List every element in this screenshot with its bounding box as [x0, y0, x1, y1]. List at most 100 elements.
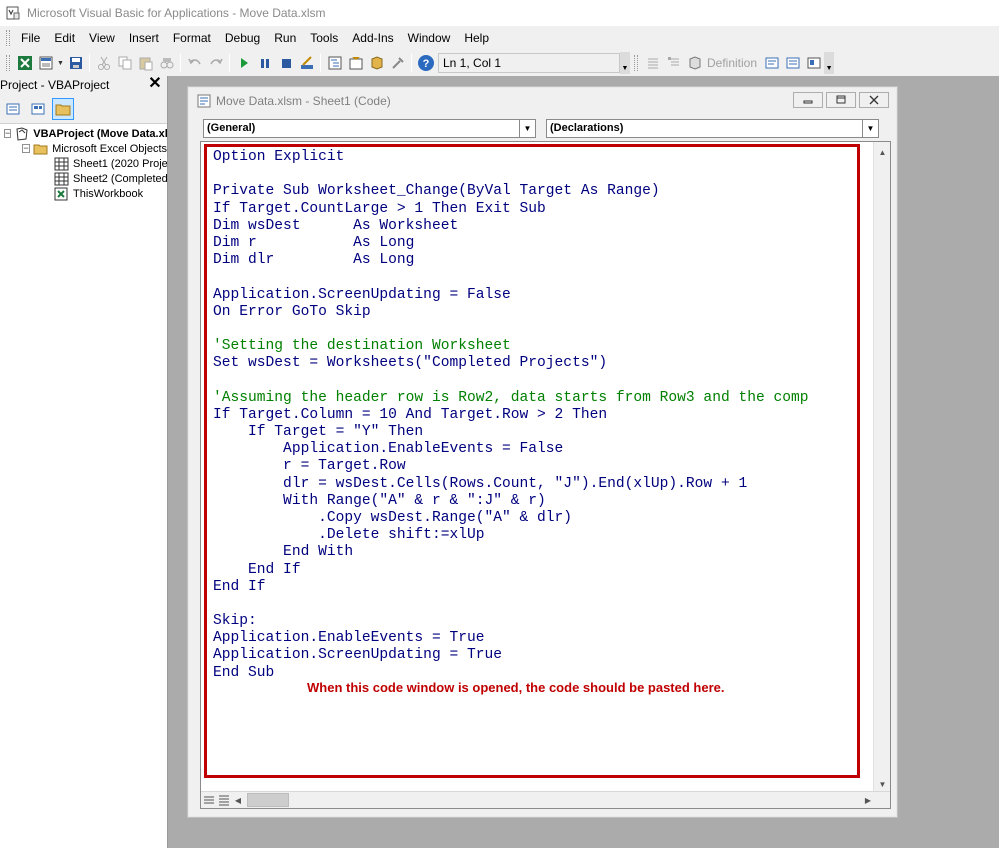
view-object-icon[interactable] [27, 98, 49, 120]
code-line[interactable]: End If [213, 562, 857, 579]
bookmark-icon[interactable] [803, 53, 824, 73]
code-line[interactable]: With Range("A" & r & ":J" & r) [213, 493, 857, 510]
tree-node-vbaproject[interactable]: − VBAProject (Move Data.xlsm) [0, 126, 167, 141]
code-line[interactable]: dlr = wsDest.Cells(Rows.Count, "J").End(… [213, 476, 857, 493]
uncomment-block-icon[interactable] [782, 53, 803, 73]
object-browser-icon[interactable] [366, 53, 387, 73]
excel-view-icon[interactable] [14, 53, 35, 73]
menu-help[interactable]: Help [457, 28, 496, 48]
toggle-folders-icon[interactable] [52, 97, 74, 120]
tree-node-excel-objects[interactable]: − Microsoft Excel Objects [0, 141, 167, 156]
menu-edit[interactable]: Edit [47, 28, 82, 48]
tree-node-sheet2[interactable]: Sheet2 (Completed Projects) [0, 171, 167, 186]
code-line[interactable] [213, 269, 857, 286]
code-line[interactable]: .Copy wsDest.Range("A" & dlr) [213, 510, 857, 527]
close-icon[interactable]: ✕ [147, 76, 163, 93]
object-combo[interactable]: (General) ▼ [203, 118, 536, 138]
code-lines[interactable]: Option Explicit Private Sub Worksheet_Cha… [213, 149, 857, 682]
toolbar-grip[interactable] [6, 55, 10, 71]
code-line[interactable]: End If [213, 579, 857, 596]
code-line[interactable]: r = Target.Row [213, 458, 857, 475]
menu-format[interactable]: Format [166, 28, 218, 48]
list-properties-icon[interactable] [642, 53, 663, 73]
code-line[interactable]: If Target = "Y" Then [213, 424, 857, 441]
menu-file[interactable]: File [14, 28, 47, 48]
procedure-view-icon[interactable] [202, 793, 216, 807]
menu-window[interactable]: Window [401, 28, 458, 48]
tree-node-thisworkbook[interactable]: ThisWorkbook [0, 186, 167, 201]
code-line[interactable]: Set wsDest = Worksheets("Completed Proje… [213, 355, 857, 372]
toolbar-options-icon[interactable]: ▼ [824, 52, 835, 74]
code-line[interactable]: Private Sub Worksheet_Change(ByVal Targe… [213, 183, 857, 200]
vertical-scrollbar[interactable]: ▲ ▼ [873, 142, 890, 792]
undo-icon[interactable] [184, 53, 205, 73]
code-line[interactable]: Dim wsDest As Worksheet [213, 218, 857, 235]
comment-block-icon[interactable] [761, 53, 782, 73]
toolbar-options-icon[interactable]: ▼ [620, 52, 630, 74]
procedure-combo[interactable]: (Declarations) ▼ [546, 118, 879, 138]
code-line[interactable] [213, 166, 857, 183]
scroll-left-icon[interactable]: ◀ [231, 793, 245, 808]
code-line[interactable]: End With [213, 544, 857, 561]
close-button[interactable] [859, 92, 889, 108]
full-module-view-icon[interactable] [217, 793, 231, 807]
insert-module-icon[interactable] [35, 53, 56, 73]
menu-debug[interactable]: Debug [218, 28, 267, 48]
chevron-down-icon[interactable]: ▼ [519, 119, 535, 137]
collapse-icon[interactable]: − [4, 129, 12, 138]
menu-view[interactable]: View [82, 28, 122, 48]
minimize-button[interactable] [793, 92, 823, 108]
code-line[interactable]: .Delete shift:=xlUp [213, 527, 857, 544]
view-code-icon[interactable] [2, 98, 24, 120]
code-line[interactable]: Dim dlr As Long [213, 252, 857, 269]
definition-button[interactable]: Definition [707, 56, 757, 70]
find-icon[interactable] [156, 53, 177, 73]
code-line[interactable]: Option Explicit [213, 149, 857, 166]
menu-add-ins[interactable]: Add-Ins [345, 28, 400, 48]
quick-info-icon[interactable] [684, 53, 705, 73]
save-icon[interactable] [65, 53, 86, 73]
scroll-down-icon[interactable]: ▼ [874, 777, 890, 792]
paste-icon[interactable] [135, 53, 156, 73]
scroll-thumb[interactable] [247, 793, 289, 807]
properties-window-icon[interactable] [345, 53, 366, 73]
chevron-down-icon[interactable]: ▼ [862, 119, 878, 137]
scroll-up-icon[interactable]: ▲ [874, 145, 890, 160]
menu-insert[interactable]: Insert [122, 28, 166, 48]
redo-icon[interactable] [205, 53, 226, 73]
code-line[interactable] [213, 321, 857, 338]
project-explorer-icon[interactable] [324, 53, 345, 73]
code-line[interactable]: Application.ScreenUpdating = False [213, 287, 857, 304]
list-constants-icon[interactable] [663, 53, 684, 73]
cut-icon[interactable] [93, 53, 114, 73]
insert-dropdown-icon[interactable]: ▼ [56, 60, 65, 67]
horizontal-scrollbar[interactable]: ◀ ▶ [201, 791, 890, 808]
code-line[interactable]: Skip: [213, 613, 857, 630]
code-line[interactable]: 'Assuming the header row is Row2, data s… [213, 390, 857, 407]
menubar-grip[interactable] [6, 30, 10, 46]
run-icon[interactable] [233, 53, 254, 73]
toolbox-icon[interactable] [387, 53, 408, 73]
toolbar-grip[interactable] [634, 55, 638, 71]
menu-run[interactable]: Run [267, 28, 303, 48]
code-line[interactable]: On Error GoTo Skip [213, 304, 857, 321]
help-icon[interactable]: ? [415, 53, 436, 73]
code-line[interactable]: Application.EnableEvents = True [213, 630, 857, 647]
code-line[interactable] [213, 596, 857, 613]
design-mode-icon[interactable] [296, 53, 317, 73]
code-line[interactable] [213, 372, 857, 389]
menu-tools[interactable]: Tools [303, 28, 345, 48]
code-editor[interactable]: Option Explicit Private Sub Worksheet_Cha… [200, 141, 891, 809]
code-line[interactable]: Application.ScreenUpdating = True [213, 647, 857, 664]
break-icon[interactable] [254, 53, 275, 73]
code-line[interactable]: 'Setting the destination Worksheet [213, 338, 857, 355]
code-line[interactable]: Application.EnableEvents = False [213, 441, 857, 458]
scroll-right-icon[interactable]: ▶ [861, 793, 875, 808]
collapse-icon[interactable]: − [22, 144, 31, 153]
copy-icon[interactable] [114, 53, 135, 73]
maximize-button[interactable] [826, 92, 856, 108]
tree-node-sheet1[interactable]: Sheet1 (2020 Projects) [0, 156, 167, 171]
code-line[interactable]: If Target.Column = 10 And Target.Row > 2… [213, 407, 857, 424]
code-line[interactable]: Dim r As Long [213, 235, 857, 252]
reset-icon[interactable] [275, 53, 296, 73]
